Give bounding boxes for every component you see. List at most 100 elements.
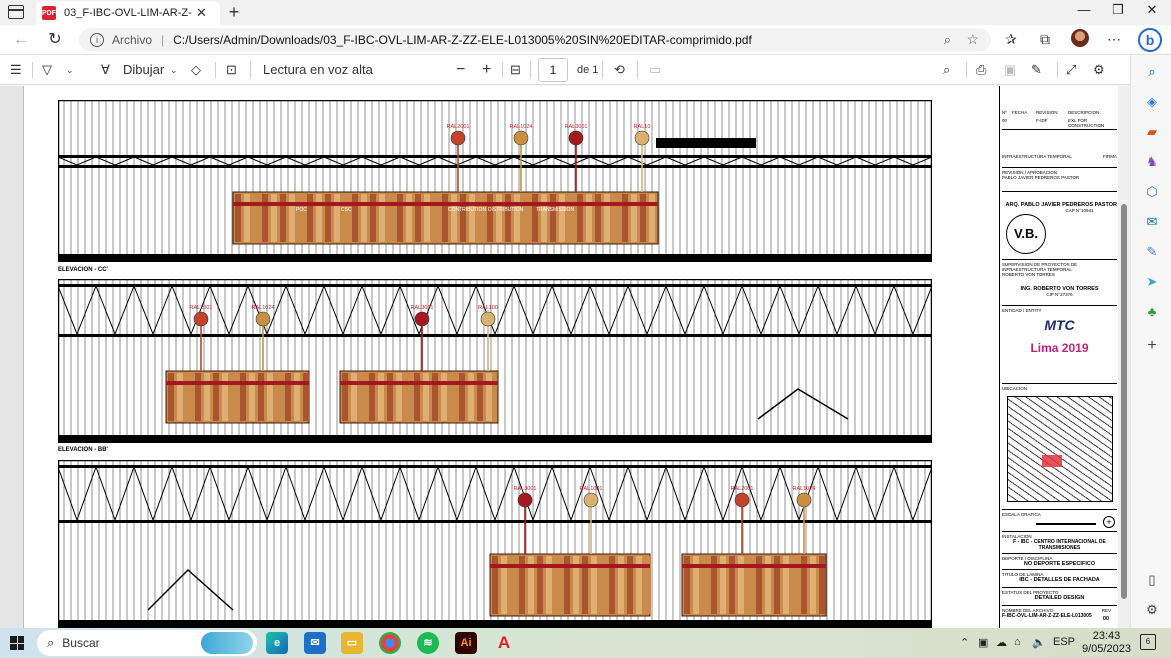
draw-button[interactable]: Dibujar: [123, 59, 164, 81]
sidebar-settings-icon[interactable]: ⚙: [1143, 601, 1161, 619]
panel-band: [490, 564, 650, 568]
illustrator-icon[interactable]: Ai: [455, 632, 477, 654]
network-icon[interactable]: ⌂: [1014, 636, 1021, 648]
toolbar-divider: [250, 62, 251, 78]
print-icon[interactable]: ⎙: [976, 59, 986, 81]
wood-slat: [294, 373, 300, 421]
spotify-icon[interactable]: ≋: [417, 632, 439, 654]
ral-marker-label: RAL2001: [731, 486, 754, 492]
save-icon[interactable]: ▣: [1004, 59, 1016, 81]
wood-slat: [280, 194, 286, 242]
wood-slat: [351, 373, 357, 421]
pdf-viewport[interactable]: POC CSC CONTRIBUTION DISTRIBUTION TRANSMISSI…: [0, 86, 1130, 628]
microsoft365-icon[interactable]: ⬡: [1143, 183, 1161, 201]
tree-icon[interactable]: ♣: [1143, 303, 1161, 321]
new-tab-button[interactable]: +: [224, 1, 244, 23]
address-bar[interactable]: i Archivo | C:/Users/Admin/Downloads/03_…: [79, 28, 991, 52]
browser-tab[interactable]: PDF 03_F-IBC-OVL-LIM-AR-Z-ZZ-ELE- ✕: [36, 1, 220, 25]
zoom-icon[interactable]: ⌕: [944, 32, 951, 48]
rev-cell-date: [1012, 118, 1034, 129]
wood-slat: [361, 194, 367, 242]
url-text[interactable]: C:/Users/Admin/Downloads/03_F-IBC-OVL-LI…: [173, 33, 752, 47]
tab-actions-icon[interactable]: [8, 5, 24, 19]
ground-slab: [58, 620, 932, 628]
profile-avatar[interactable]: [1071, 29, 1089, 47]
minimize-button[interactable]: —: [1072, 2, 1096, 17]
tab-close-icon[interactable]: ✕: [196, 5, 207, 21]
read-aloud-button[interactable]: Lectura en voz alta: [263, 59, 373, 81]
file-explorer-icon[interactable]: ▭: [341, 632, 363, 654]
eraser-icon[interactable]: ◇: [191, 59, 201, 81]
pdf-icon: PDF: [42, 6, 56, 20]
windows-start-icon[interactable]: [10, 636, 24, 650]
edge-icon[interactable]: e: [266, 632, 288, 654]
chrome-icon[interactable]: [379, 632, 401, 654]
tray-device-icon[interactable]: ▣: [978, 636, 988, 649]
settings-more-icon[interactable]: ⋯: [1103, 28, 1125, 50]
fit-page-icon[interactable]: ⊟: [510, 59, 521, 81]
drop-icon[interactable]: ➤: [1143, 273, 1161, 291]
sidebar-layout-icon[interactable]: ▯: [1143, 571, 1161, 589]
page-number-input[interactable]: 1: [538, 58, 568, 82]
restore-button[interactable]: ❐: [1106, 2, 1130, 18]
bing-icon[interactable]: b: [1138, 28, 1162, 52]
tools-briefcase-icon[interactable]: ▰: [1143, 123, 1161, 141]
search-icon[interactable]: ⌕: [1143, 63, 1161, 81]
refresh-button[interactable]: ↻: [43, 28, 67, 52]
pdf-settings-icon[interactable]: ⚙: [1093, 59, 1105, 81]
window-close-button[interactable]: ✕: [1140, 2, 1164, 18]
text-icon[interactable]: ⊡: [226, 59, 237, 81]
highlight-icon[interactable]: ▽: [42, 59, 52, 81]
add-sidebar-app-icon[interactable]: +: [1143, 337, 1161, 355]
zoom-in-icon[interactable]: +: [482, 59, 491, 81]
wood-slat: [262, 194, 268, 242]
taskbar-search[interactable]: ⌕ Buscar: [37, 630, 257, 656]
page-view-icon[interactable]: ▭: [649, 59, 661, 81]
wood-slat: [631, 194, 637, 242]
notifications-icon[interactable]: 6: [1140, 634, 1156, 650]
scrollbar-thumb[interactable]: [1121, 204, 1127, 599]
truss-chord: [58, 284, 932, 287]
zoom-out-icon[interactable]: −: [456, 59, 465, 81]
favorites-icon[interactable]: ✰: [1000, 28, 1022, 50]
back-button[interactable]: ←: [9, 28, 33, 52]
ral-color-marker: [583, 492, 599, 508]
ral-color-marker: [480, 311, 496, 327]
wood-slat: [423, 373, 429, 421]
title-block: Nº FECHA REVISION DESCRIPCION 00 F-IDF E…: [999, 86, 1120, 628]
chevron-down-icon[interactable]: ⌄: [170, 59, 178, 81]
designer-icon[interactable]: ✎: [1143, 243, 1161, 261]
ral-marker-label: RAL10: [634, 124, 651, 130]
taskbar-clock[interactable]: 23:43 9/05/2023: [1082, 630, 1131, 656]
games-icon[interactable]: ♞: [1143, 153, 1161, 171]
wood-slat: [613, 194, 619, 242]
shopping-tag-icon[interactable]: ◈: [1143, 93, 1161, 111]
fullscreen-icon[interactable]: ⤢: [1066, 59, 1076, 81]
save-as-icon[interactable]: ✎: [1031, 59, 1042, 81]
tray-onedrive-icon[interactable]: ☁: [996, 636, 1007, 649]
find-icon[interactable]: ⌕: [943, 59, 950, 81]
volume-icon[interactable]: 🔈: [1032, 636, 1046, 649]
type-row: INFRAESTRUCTURA TEMPORAL FIRMA: [1002, 154, 1117, 168]
mail-icon[interactable]: ✉: [304, 632, 326, 654]
wood-slat: [595, 194, 601, 242]
collections-icon[interactable]: ⧉: [1034, 28, 1056, 50]
rotate-icon[interactable]: ⟲: [614, 59, 625, 81]
language-indicator[interactable]: ESP: [1053, 636, 1075, 648]
wood-slat: [240, 373, 246, 421]
wood-slat: [586, 194, 592, 242]
wood-slat: [505, 194, 511, 242]
contents-icon[interactable]: ☰: [10, 59, 22, 81]
rev-header-desc: DESCRIPCION: [1068, 110, 1100, 115]
wood-slat: [298, 194, 304, 242]
ral-marker-label: RAL3001: [565, 124, 588, 130]
add-favorite-icon[interactable]: ☆: [966, 31, 979, 48]
acrobat-icon[interactable]: A: [493, 632, 515, 654]
wood-slat: [222, 373, 228, 421]
info-icon[interactable]: i: [90, 33, 104, 47]
outlook-icon[interactable]: ✉: [1143, 213, 1161, 231]
chevron-down-icon[interactable]: ⌄: [66, 59, 74, 81]
tray-chevron-icon[interactable]: ⌃: [960, 636, 969, 649]
draw-icon[interactable]: ∀: [101, 59, 110, 81]
vertical-scrollbar[interactable]: [1118, 86, 1130, 628]
